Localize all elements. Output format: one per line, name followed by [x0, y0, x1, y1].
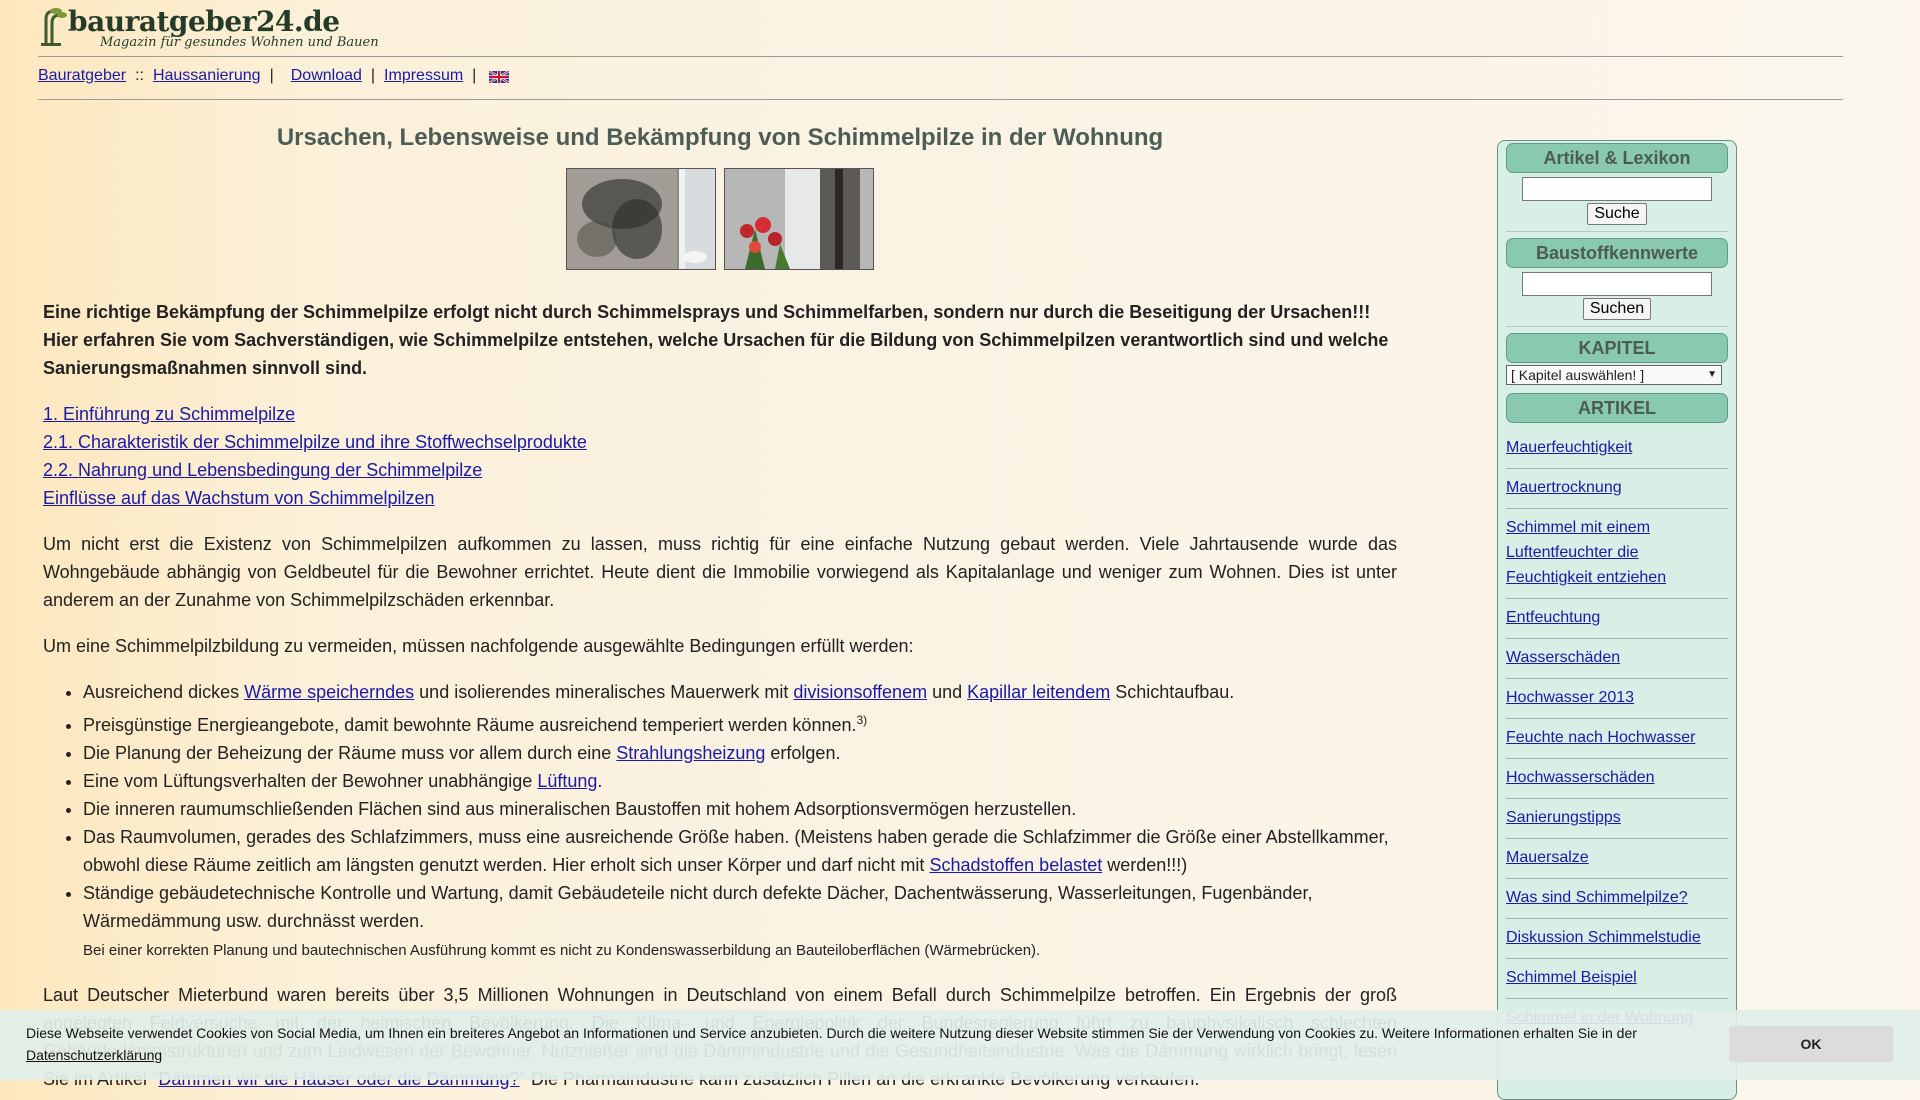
link-schadstoffen-belastet[interactable]: Schadstoffen belastet — [929, 855, 1102, 875]
article-search-input[interactable] — [1522, 177, 1712, 201]
footnote-ref: 3) — [856, 713, 868, 727]
conditions-list: Ausreichend dickes Wärme speicherndes un… — [43, 678, 1397, 963]
article-link[interactable]: Mauertrocknung — [1506, 469, 1728, 509]
article-link[interactable]: Mauerfeuchtigkeit — [1506, 429, 1728, 469]
article-link[interactable]: Hochwasser 2013 — [1506, 679, 1728, 719]
kapitel-select[interactable]: [ Kapitel auswählen! ] ▼ — [1506, 365, 1722, 385]
page-title: Ursachen, Lebensweise und Bekämpfung von… — [276, 124, 1164, 151]
article-search: Suche — [1506, 173, 1728, 232]
toc-link-2-1[interactable]: 2.1. Charakteristik der Schimmelpilze un… — [43, 428, 1397, 456]
nav-bauratgeber[interactable]: Bauratgeber — [38, 67, 126, 85]
nav-separator: | — [269, 67, 274, 84]
artikel-box-title: ARTIKEL — [1506, 393, 1728, 423]
table-of-contents: 1. Einführung zu Schimmelpilze 2.1. Char… — [43, 400, 1397, 512]
article-search-button[interactable]: Suche — [1587, 203, 1647, 225]
logo-tagline: Magazin für gesundes Wohnen und Bauen — [100, 35, 379, 50]
cookie-message: Diese Webseite verwendet Cookies von Soc… — [26, 1025, 1637, 1041]
link-divisionsoffenem[interactable]: divisionsoffenem — [793, 682, 927, 702]
nav-haussanierung[interactable]: Haussanierung — [153, 67, 261, 85]
cookie-ok-button[interactable]: OK — [1729, 1026, 1893, 1062]
link-strahlungsheizung[interactable]: Strahlungsheizung — [616, 743, 765, 763]
baustoff-search-input[interactable] — [1522, 272, 1712, 296]
article-link[interactable]: Sanierungstipps — [1506, 799, 1728, 839]
article-link[interactable]: Diskussion Schimmelstudie — [1506, 919, 1728, 959]
nav-divider — [38, 99, 1843, 100]
article-link[interactable]: Mauersalze — [1506, 839, 1728, 879]
list-item: Ständige gebäudetechnische Kontrolle und… — [83, 879, 1397, 963]
privacy-policy-link[interactable]: Datenschutzerklärung — [26, 1047, 162, 1063]
photo-gallery — [43, 168, 1397, 270]
nav-download[interactable]: Download — [291, 67, 362, 85]
baustoff-search: Suchen — [1506, 268, 1728, 327]
intro-line-1: Eine richtige Bekämpfung der Schimmelpil… — [43, 302, 1371, 322]
top-navigation: Bauratgeber :: Haussanierung | Download … — [38, 67, 510, 85]
mold-photo-window-wall[interactable] — [566, 168, 716, 270]
link-waerme-speicherndes[interactable]: Wärme speicherndes — [244, 682, 414, 702]
article-link[interactable]: Entfeuchtung — [1506, 599, 1728, 639]
list-item: Die inneren raumumschließenden Flächen s… — [83, 795, 1397, 823]
mold-photo-window-flowers[interactable] — [724, 168, 874, 270]
article-link[interactable]: Hochwasserschäden — [1506, 759, 1728, 799]
toc-link-1[interactable]: 1. Einführung zu Schimmelpilze — [43, 400, 1397, 428]
article-link[interactable]: Schimmel mit einem Luftentfeuchter die F… — [1506, 509, 1728, 599]
article-link[interactable]: Schimmel Beispiel — [1506, 959, 1728, 999]
header-divider — [38, 56, 1843, 57]
sidebar: Artikel & Lexikon Suche Baustoffkennwert… — [1497, 140, 1737, 1100]
list-item: Preisgünstige Energieangebote, damit bew… — [83, 706, 1397, 739]
search-box-title: Artikel & Lexikon — [1506, 143, 1728, 173]
article-list: Mauerfeuchtigkeit Mauertrocknung Schimme… — [1506, 429, 1728, 1039]
baustoff-search-button[interactable]: Suchen — [1582, 298, 1652, 320]
link-kapillar-leitendem[interactable]: Kapillar leitendem — [967, 682, 1110, 702]
link-lueftung[interactable]: Lüftung — [537, 771, 597, 791]
list-item: Ausreichend dickes Wärme speicherndes un… — [83, 678, 1397, 706]
article-link[interactable]: Wasserschäden — [1506, 639, 1728, 679]
logo-plant-icon — [38, 5, 68, 47]
kapitel-select-value: [ Kapitel auswählen! ] — [1511, 367, 1645, 383]
logo-name: bauratgeber24.de — [68, 5, 340, 38]
nav-separator: | — [370, 67, 376, 84]
intro-text: Eine richtige Bekämpfung der Schimmelpil… — [43, 298, 1397, 382]
uk-flag-icon[interactable] — [488, 69, 510, 85]
cookie-consent-bar: Diese Webseite verwendet Cookies von Soc… — [0, 1010, 1920, 1080]
paragraph-existence: Um nicht erst die Existenz von Schimmelp… — [43, 534, 1397, 610]
nav-separator: :: — [135, 67, 144, 84]
article-link[interactable]: Was sind Schimmelpilze? — [1506, 879, 1728, 919]
toc-link-influences[interactable]: Einflüsse auf das Wachstum von Schimmelp… — [43, 484, 1397, 512]
article-link[interactable]: Feuchte nach Hochwasser — [1506, 719, 1728, 759]
paragraph-conditions-intro: Um eine Schimmelpilzbildung zu vermeiden… — [43, 636, 914, 656]
chevron-down-icon: ▼ — [1707, 369, 1717, 380]
nav-impressum[interactable]: Impressum — [384, 67, 463, 85]
intro-line-2: Hier erfahren Sie vom Sachverständigen, … — [43, 330, 1389, 378]
nav-separator: | — [472, 67, 477, 84]
site-logo[interactable]: bauratgeber24.de Magazin für gesundes Wo… — [38, 5, 379, 50]
list-item: Eine vom Lüftungsverhalten der Bewohner … — [83, 767, 1397, 795]
list-item-note: Bei einer korrekten Planung und bautechn… — [83, 942, 1041, 959]
cookie-text: Diese Webseite verwendet Cookies von Soc… — [26, 1022, 1706, 1066]
list-item: Das Raumvolumen, gerades des Schlafzimme… — [83, 823, 1397, 879]
baustoff-box-title: Baustoffkennwerte — [1506, 238, 1728, 268]
main-content: Ursachen, Lebensweise und Bekämpfung von… — [43, 124, 1397, 1093]
list-item: Die Planung der Beheizung der Räume muss… — [83, 739, 1397, 767]
kapitel-box-title: KAPITEL — [1506, 333, 1728, 363]
toc-link-2-2[interactable]: 2.2. Nahrung und Lebensbedingung der Sch… — [43, 456, 1397, 484]
